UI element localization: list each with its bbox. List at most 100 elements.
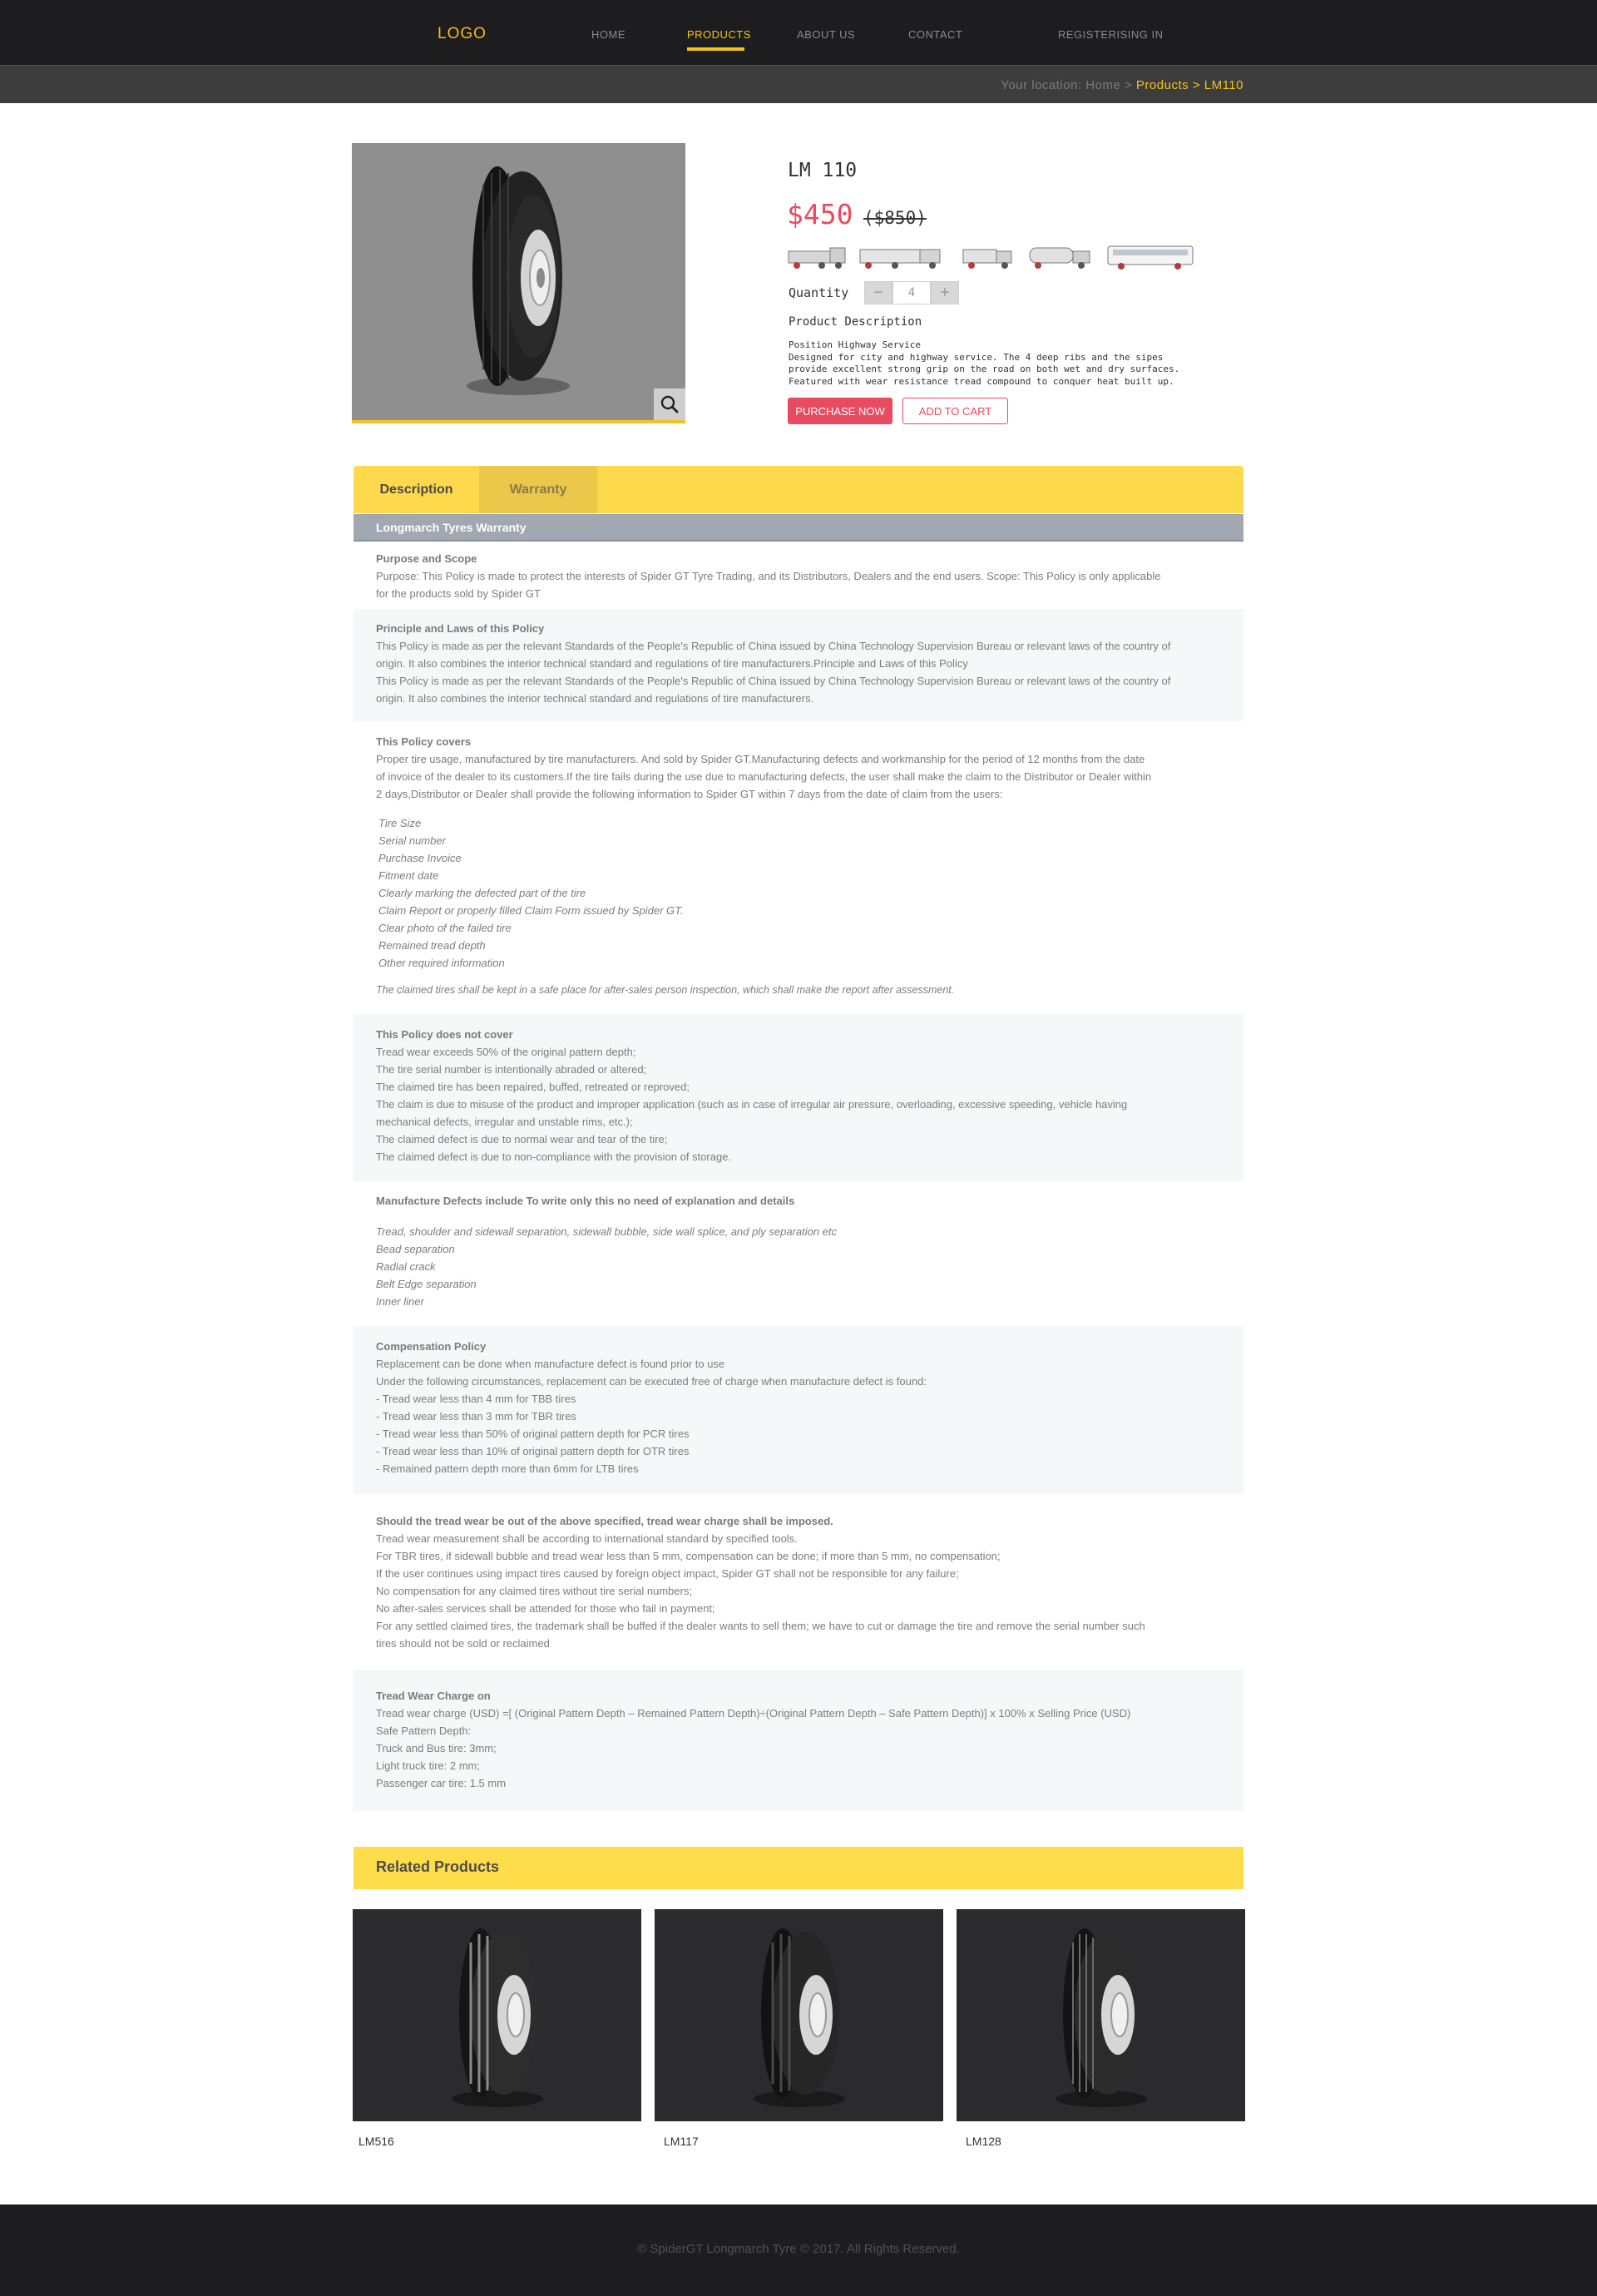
text-line: Under the following circumstances, repla… — [376, 1375, 927, 1388]
text-line: - Tread wear less than 4 mm for TBB tire… — [376, 1393, 576, 1405]
description-line: Designed for city and highway service. T… — [789, 351, 1164, 363]
list-item: Tire Size — [378, 817, 422, 829]
product-image[interactable] — [352, 143, 685, 423]
list-item: Belt Edge separation — [376, 1278, 477, 1290]
section-covers: This Policy covers Proper tire usage, ma… — [354, 721, 1243, 1014]
related-product-image[interactable] — [353, 1909, 641, 2121]
breadcrumb-current: LM110 — [1204, 78, 1243, 92]
text-line: This Policy is made as per the relevant … — [376, 675, 1171, 687]
product-name: LM 110 — [788, 160, 858, 181]
section-tread-charge-imposed: Should the tread wear be out of the abov… — [354, 1494, 1243, 1670]
section-title: Manufacture Defects include To write onl… — [376, 1195, 795, 1207]
section-not-cover: This Policy does not cover Tread wear ex… — [354, 1014, 1243, 1181]
related-product-name[interactable]: LM128 — [966, 2135, 1001, 2148]
text-line: The claim is due to misuse of the produc… — [376, 1098, 1128, 1111]
list-item: Tread, shoulder and sidewall separation,… — [376, 1225, 838, 1238]
text-line: tires should not be sold or reclaimed — [376, 1637, 550, 1650]
logo[interactable]: LOGO — [438, 25, 487, 43]
list-item: Serial number — [378, 834, 446, 847]
search-icon — [660, 395, 679, 413]
text-line: - Remained pattern depth more than 6mm f… — [376, 1462, 639, 1475]
text-line: - Tread wear less than 10% of original p… — [376, 1445, 690, 1457]
section-principle: Principle and Laws of this Policy This P… — [354, 609, 1243, 721]
list-item: Inner liner — [376, 1295, 424, 1308]
text-line: Tread wear charge (USD) =[ (Original Pat… — [376, 1707, 1131, 1720]
register-login-link[interactable]: REGISTERISING IN — [1058, 28, 1163, 41]
list-item: Bead separation — [376, 1243, 455, 1255]
section-body: Tread wear charge (USD) =[ (Original Pat… — [376, 1705, 1216, 1792]
list-item: Fitment date — [378, 869, 439, 882]
list-item: Clear photo of the failed tire — [378, 922, 512, 934]
text-line: Truck and Bus tire: 3mm; — [376, 1742, 497, 1754]
related-product-image[interactable] — [655, 1909, 943, 2121]
truck-icon-4 — [1029, 247, 1090, 269]
tab-bar: Description Warranty — [354, 466, 1243, 513]
add-to-cart-button[interactable]: ADD TO CART — [902, 398, 1008, 424]
related-product-name[interactable]: LM516 — [358, 2135, 394, 2148]
text-line: Tread wear measurement shall be accordin… — [376, 1532, 798, 1545]
text-line: mechanical defects, irregular and unstab… — [376, 1116, 633, 1128]
breadcrumb-prefix: Your location: — [1001, 78, 1082, 92]
text-line: If the user continues using impact tires… — [376, 1567, 959, 1580]
product-price: $450 — [787, 198, 853, 230]
tab-warranty[interactable]: Warranty — [479, 466, 597, 513]
section-title: Principle and Laws of this Policy — [376, 622, 545, 635]
truck-icon-1 — [788, 247, 846, 269]
truck-icon-2 — [859, 249, 941, 269]
breadcrumb-home[interactable]: Home — [1085, 78, 1120, 92]
section-title: Tread Wear Charge on — [376, 1690, 491, 1702]
footer: © SpiderGT Longmarch Tyre © 2017. All Ri… — [0, 2204, 1597, 2296]
tire-illustration — [467, 166, 570, 395]
description-line: Featured with wear resistance tread comp… — [789, 375, 1174, 387]
section-body: This Policy is made as per the relevant … — [376, 637, 1216, 707]
breadcrumb-bar: Your location: Home > Products > LM110 — [0, 65, 1597, 103]
text-line: origin. It also combines the interior te… — [376, 657, 968, 670]
breadcrumb-separator: > — [1124, 78, 1133, 92]
related-product-name[interactable]: LM117 — [664, 2135, 699, 2148]
tire-illustration — [1055, 1928, 1147, 2107]
zoom-button[interactable] — [654, 388, 685, 420]
text-line: 2 days,Distributor or Dealer shall provi… — [376, 788, 1003, 800]
text-line: Safe Pattern Depth: — [376, 1724, 472, 1737]
nav-home[interactable]: HOME — [591, 28, 625, 41]
section-body: Tread wear exceeds 50% of the original p… — [376, 1043, 1216, 1165]
text-line: origin. It also combines the interior te… — [376, 692, 814, 705]
purchase-now-button[interactable]: PURCHASE NOW — [788, 398, 892, 424]
text-line: No after-sales services shall be attende… — [376, 1602, 715, 1615]
copyright: © SpiderGT Longmarch Tyre © 2017. All Ri… — [637, 2242, 960, 2256]
nav-products[interactable]: PRODUCTS — [687, 28, 751, 41]
product-description-label: Product Description — [789, 315, 922, 329]
quantity-decrease-button[interactable]: − — [864, 281, 892, 304]
section-tread-charge-on: Tread Wear Charge on Tread wear charge (… — [354, 1670, 1243, 1811]
text-line: The claimed defect is due to non-complia… — [376, 1150, 732, 1163]
breadcrumb-products[interactable]: Products — [1136, 78, 1189, 92]
tire-illustration — [451, 1928, 543, 2107]
related-product-image[interactable] — [957, 1909, 1245, 2121]
section-defects: Manufacture Defects include To write onl… — [354, 1181, 1243, 1326]
section-purpose: Purpose and Scope Purpose: This Policy i… — [354, 542, 1243, 609]
covers-note: The claimed tires shall be kept in a saf… — [376, 984, 955, 996]
text-line: No compensation for any claimed tires wi… — [376, 1585, 693, 1597]
text-line: Light truck tire: 2 mm; — [376, 1759, 480, 1772]
section-body: Replacement can be done when manufacture… — [376, 1355, 1216, 1477]
section-title: This Policy does not cover — [376, 1028, 513, 1041]
text-line: This Policy is made as per the relevant … — [376, 640, 1171, 652]
text-line: - Tread wear less than 50% of original p… — [376, 1428, 690, 1440]
breadcrumb: Your location: Home > Products > LM110 — [1001, 78, 1243, 92]
vehicle-type-icons — [788, 245, 1194, 270]
section-title: This Policy covers — [376, 735, 472, 748]
quantity-increase-button[interactable]: + — [931, 281, 959, 304]
text-line: Purpose: This Policy is made to protect … — [376, 570, 1161, 582]
warranty-heading-bar: Longmarch Tyres Warranty — [354, 514, 1243, 542]
nav-about[interactable]: ABOUT US — [797, 28, 855, 41]
section-title: Should the tread wear be out of the abov… — [376, 1515, 833, 1527]
text-line: Tread wear exceeds 50% of the original p… — [376, 1046, 636, 1058]
product-old-price: ($850) — [863, 208, 927, 228]
quantity-input[interactable] — [892, 281, 931, 304]
nav-contact[interactable]: CONTACT — [908, 28, 962, 41]
tab-description[interactable]: Description — [354, 466, 479, 513]
section-body: Tread wear measurement shall be accordin… — [376, 1530, 1216, 1652]
quantity-label: Quantity — [789, 285, 849, 300]
section-title: Compensation Policy — [376, 1340, 487, 1353]
product-description: Position Highway Service Designed for ci… — [789, 339, 1196, 388]
